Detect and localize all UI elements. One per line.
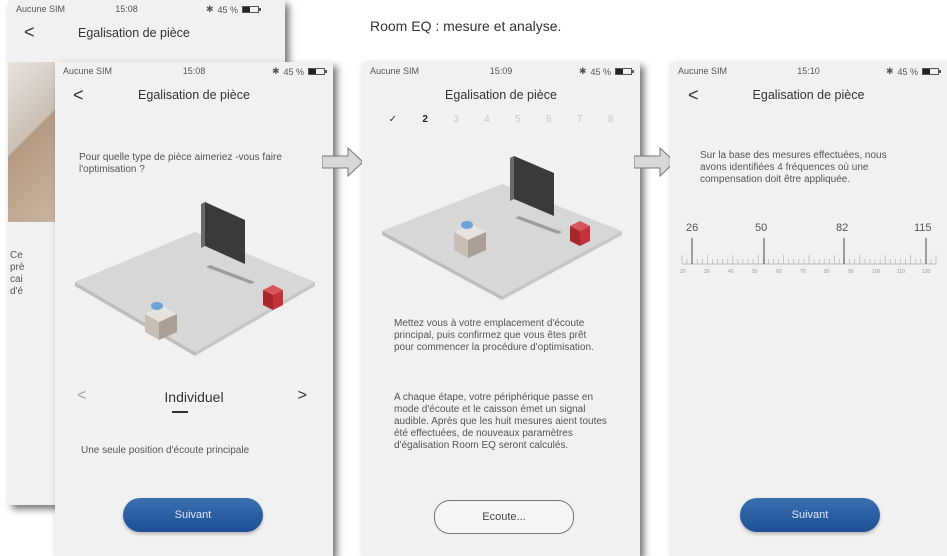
battery-percent: 45 % [897, 66, 918, 77]
battery-status: ✱ 45 % [271, 66, 327, 77]
status-bar: Aucune SIM 15:10 ✱ 45 % [670, 62, 947, 80]
back-icon[interactable]: < [24, 22, 35, 43]
selector-underline [172, 411, 188, 413]
scale-label: 50 [752, 269, 758, 275]
bluetooth-icon: ✱ [271, 66, 280, 76]
battery-percent: 45 % [217, 4, 239, 15]
results-summary: Sur la base des mesures effectuées, nous… [700, 150, 887, 185]
measurement-explanation: A chaque étape, votre périphérique passe… [394, 392, 607, 451]
next-option-button[interactable]: > [298, 387, 307, 405]
battery-percent: 45 % [283, 66, 304, 77]
frequency-label: 26 [686, 222, 699, 234]
step-2: 2 [422, 114, 428, 125]
battery-icon [308, 68, 327, 75]
partial-line: Ce [10, 250, 23, 261]
status-bar: Aucune SIM 15:08 ✱ 45 % [8, 0, 285, 18]
listen-button[interactable]: Ecoute... [434, 500, 574, 534]
step-indicator: ✓ 2 3 4 5 6 7 8 [362, 114, 640, 130]
bluetooth-icon: ✱ [206, 4, 214, 14]
room-illustration [382, 156, 622, 300]
step-1-check-icon: ✓ [388, 114, 398, 125]
scale-label: 120 [922, 269, 931, 275]
partial-line: d'é [10, 286, 24, 297]
room-type-value: Individuel [164, 389, 224, 405]
next-button[interactable]: Suivant [740, 498, 880, 532]
step-6: 6 [545, 114, 552, 125]
step-5: 5 [515, 114, 521, 125]
step-7: 7 [576, 114, 583, 125]
room-type-description: Une seule position d'écoute principale [81, 445, 250, 456]
scale-minor-ticks [681, 255, 937, 264]
scale-labels: 20 30 40 50 60 70 80 90 100 110 120 [678, 269, 940, 279]
partial-line: prè [10, 262, 25, 273]
battery-icon [242, 6, 262, 13]
battery-status: ✱ 45 % [578, 66, 634, 77]
nav-bar: Egalisation de pièce [362, 82, 640, 112]
step-8: 8 [607, 114, 614, 125]
scale-label: 80 [824, 269, 830, 275]
battery-status: ✱ 45 % [885, 66, 941, 77]
flow-arrow-icon [322, 147, 364, 177]
frequency-label: 82 [836, 222, 849, 234]
scale-label: 100 [872, 269, 881, 275]
nav-bar: < Egalisation de pièce [8, 20, 285, 50]
frequency-label: 115 [914, 222, 932, 234]
phone-screen-measurement: Aucune SIM 15:09 ✱ 45 % Egalisation de p… [362, 62, 640, 556]
next-button[interactable]: Suivant [123, 498, 263, 532]
subwoofer-icon [570, 221, 590, 246]
phone-screen-results: Aucune SIM 15:10 ✱ 45 % < Egalisation de… [670, 62, 947, 556]
scale-label: 20 [680, 269, 686, 275]
scale-label: 110 [897, 269, 905, 275]
nav-title: Egalisation de pièce [445, 88, 557, 102]
nav-bar: < Egalisation de pièce [670, 82, 947, 112]
scale-label: 70 [800, 269, 806, 275]
status-bar: Aucune SIM 15:09 ✱ 45 % [362, 62, 640, 80]
nav-title: Egalisation de pièce [752, 88, 865, 102]
step-3: 3 [453, 114, 459, 125]
nav-bar: < Egalisation de pièce [55, 82, 333, 112]
frequency-label: 50 [755, 222, 768, 234]
bluetooth-icon: ✱ [578, 66, 587, 76]
battery-percent: 45 % [590, 66, 611, 77]
step-4: 4 [484, 114, 490, 125]
phone-screen-room-type: Aucune SIM 15:08 ✱ 45 % < Egalisation de… [55, 62, 333, 556]
battery-icon [615, 68, 634, 75]
room-photo [8, 62, 56, 222]
partial-text: Ce prè cai d'é [10, 250, 24, 298]
room-type-question: Pour quelle type de pièce aimeriez -vous… [79, 152, 282, 175]
battery-status: ✱ 45 % [206, 4, 262, 15]
caption: Room EQ : mesure et analyse. [370, 18, 562, 34]
scale-label: 60 [776, 269, 782, 275]
status-bar: Aucune SIM 15:08 ✱ 45 % [55, 62, 333, 80]
measurement-instructions: Mettez vous à votre emplacement d'écoute… [394, 318, 594, 353]
scale-label: 30 [704, 269, 710, 275]
scale-label: 40 [728, 269, 734, 275]
battery-icon [922, 68, 941, 75]
room-illustration [75, 202, 315, 356]
subwoofer-icon [263, 285, 283, 310]
bluetooth-icon: ✱ [885, 66, 894, 76]
scale-label: 90 [848, 269, 854, 275]
nav-title: Egalisation de pièce [138, 88, 250, 102]
partial-line: cai [10, 274, 23, 285]
nav-title: Egalisation de pièce [78, 26, 190, 40]
